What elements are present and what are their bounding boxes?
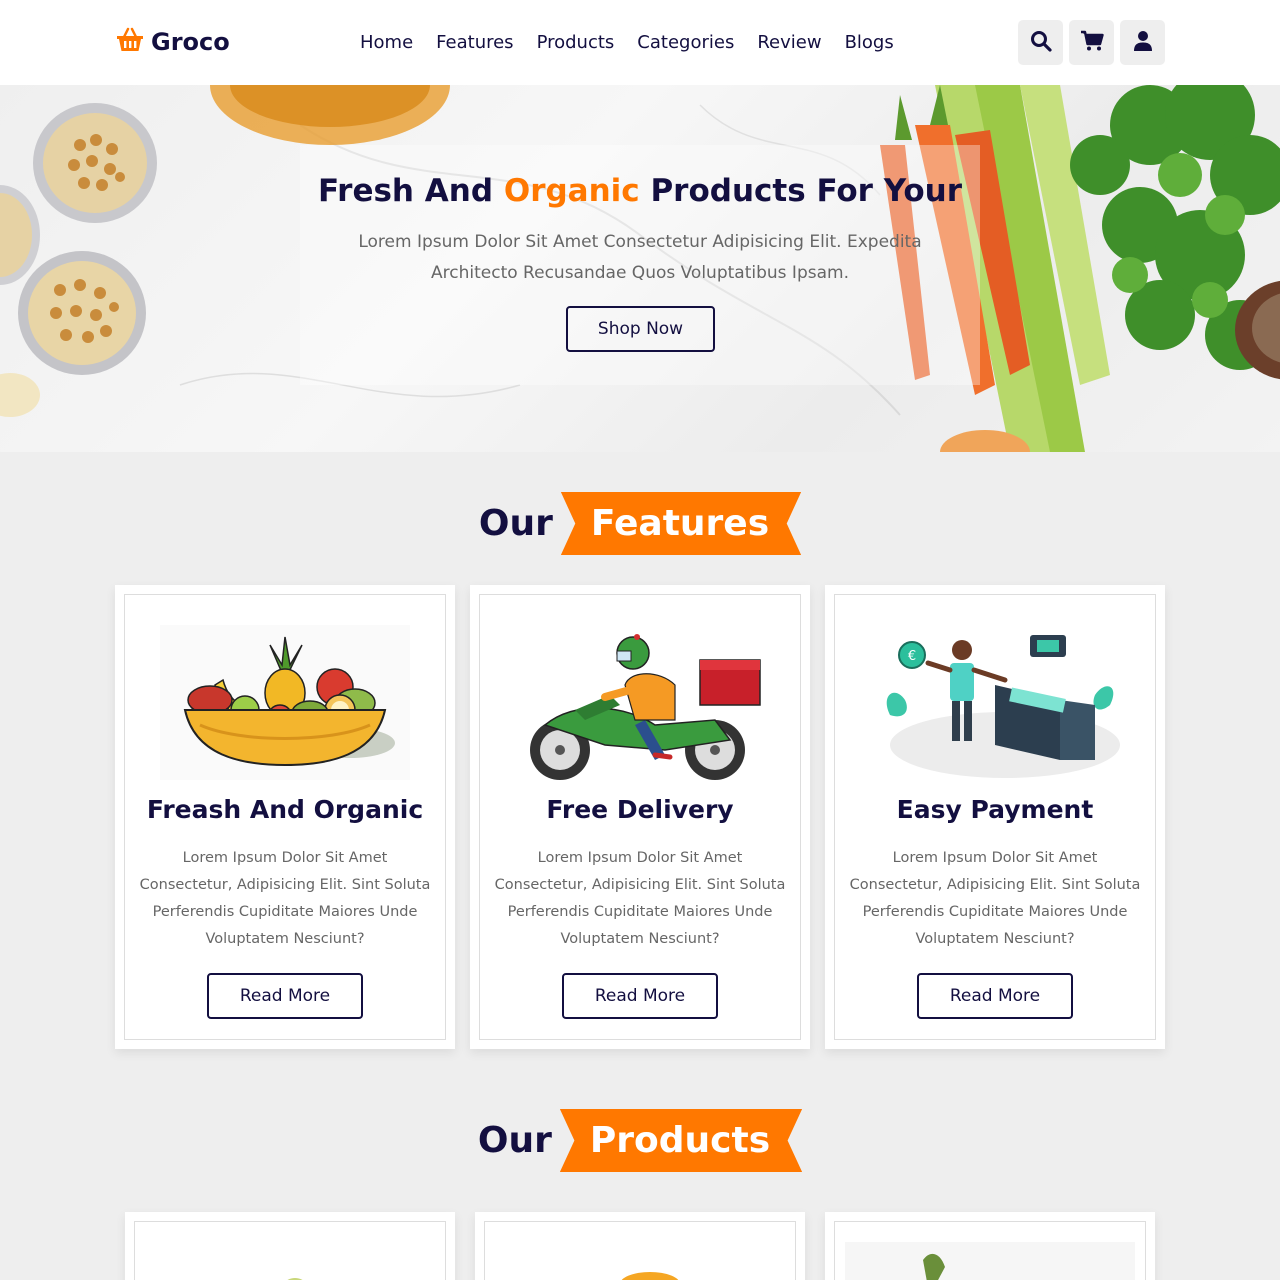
user-icon <box>1133 30 1153 56</box>
hero-title-accent: Organic <box>503 173 640 209</box>
nav-review[interactable]: Review <box>757 30 821 56</box>
feature-text: Lorem Ipsum Dolor Sit Amet Consectetur, … <box>139 850 431 947</box>
feature-text: Lorem Ipsum Dolor Sit Amet Consectetur, … <box>849 850 1141 947</box>
fruit-bowl-image <box>160 625 410 780</box>
hero-title-after: Products For Your <box>639 173 963 209</box>
product-card-inner <box>834 1221 1146 1280</box>
feature-text: Lorem Ipsum Dolor Sit Amet Consectetur, … <box>494 850 786 947</box>
site-header: Groco Home Features Products Categories … <box>0 0 1280 85</box>
feature-title: Easy Payment <box>896 795 1094 824</box>
feature-card-delivery: Free Delivery Lorem Ipsum Dolor Sit Amet… <box>470 585 810 1049</box>
cart-button[interactable] <box>1069 20 1114 65</box>
header-actions <box>1018 20 1165 65</box>
product-card <box>825 1212 1155 1280</box>
product-image <box>621 1272 679 1280</box>
nav-home[interactable]: Home <box>360 30 413 56</box>
logo[interactable]: Groco <box>115 24 230 60</box>
payment-wallet-image: € <box>870 625 1120 780</box>
user-button[interactable] <box>1120 20 1165 65</box>
basket-icon <box>115 26 145 58</box>
search-icon <box>1030 30 1052 56</box>
feature-title: Freash And Organic <box>146 795 424 824</box>
feature-card-inner: Freash And Organic Lorem Ipsum Dolor Sit… <box>124 594 446 1040</box>
shop-now-button[interactable]: Shop Now <box>566 306 715 352</box>
product-card <box>475 1212 805 1280</box>
features-heading-ribbon: Features <box>560 492 802 555</box>
nav-products[interactable]: Products <box>537 30 615 56</box>
features-heading-plain: Our <box>478 503 553 544</box>
products-heading-ribbon: Products <box>559 1109 803 1172</box>
product-image <box>845 1242 1135 1280</box>
cart-icon <box>1080 30 1104 56</box>
read-more-button[interactable]: Read More <box>207 973 363 1019</box>
products-heading: Our Products <box>0 1109 1280 1172</box>
products-heading-plain: Our <box>477 1120 552 1161</box>
hero-subtitle: Lorem Ipsum Dolor Sit Amet Consectetur A… <box>358 232 922 283</box>
search-button[interactable] <box>1018 20 1063 65</box>
logo-text: Groco <box>151 28 230 56</box>
hero-title-before: Fresh And <box>317 173 504 209</box>
feature-card-organic: Freash And Organic Lorem Ipsum Dolor Sit… <box>115 585 455 1049</box>
hero-section: Fresh And Organic Products For Your Lore… <box>0 85 1280 452</box>
nav-categories[interactable]: Categories <box>637 30 734 56</box>
read-more-button[interactable]: Read More <box>917 973 1073 1019</box>
hero-title: Fresh And Organic Products For Your <box>0 173 1280 209</box>
nav-features[interactable]: Features <box>436 30 513 56</box>
main-nav: Home Features Products Categories Review… <box>360 30 917 56</box>
feature-card-payment: € Easy Payment Lorem Ipsum Dolor Sit Ame… <box>825 585 1165 1049</box>
features-heading: Our Features <box>0 492 1280 555</box>
read-more-button[interactable]: Read More <box>562 973 718 1019</box>
product-card <box>125 1212 455 1280</box>
feature-card-inner: Free Delivery Lorem Ipsum Dolor Sit Amet… <box>479 594 801 1040</box>
product-card-inner <box>484 1221 796 1280</box>
feature-title: Free Delivery <box>546 795 734 824</box>
product-image <box>287 1278 303 1280</box>
svg-text:€: € <box>908 649 916 664</box>
delivery-scooter-image <box>515 625 765 780</box>
nav-blogs[interactable]: Blogs <box>845 30 894 56</box>
feature-card-inner: € Easy Payment Lorem Ipsum Dolor Sit Ame… <box>834 594 1156 1040</box>
product-card-inner <box>134 1221 446 1280</box>
